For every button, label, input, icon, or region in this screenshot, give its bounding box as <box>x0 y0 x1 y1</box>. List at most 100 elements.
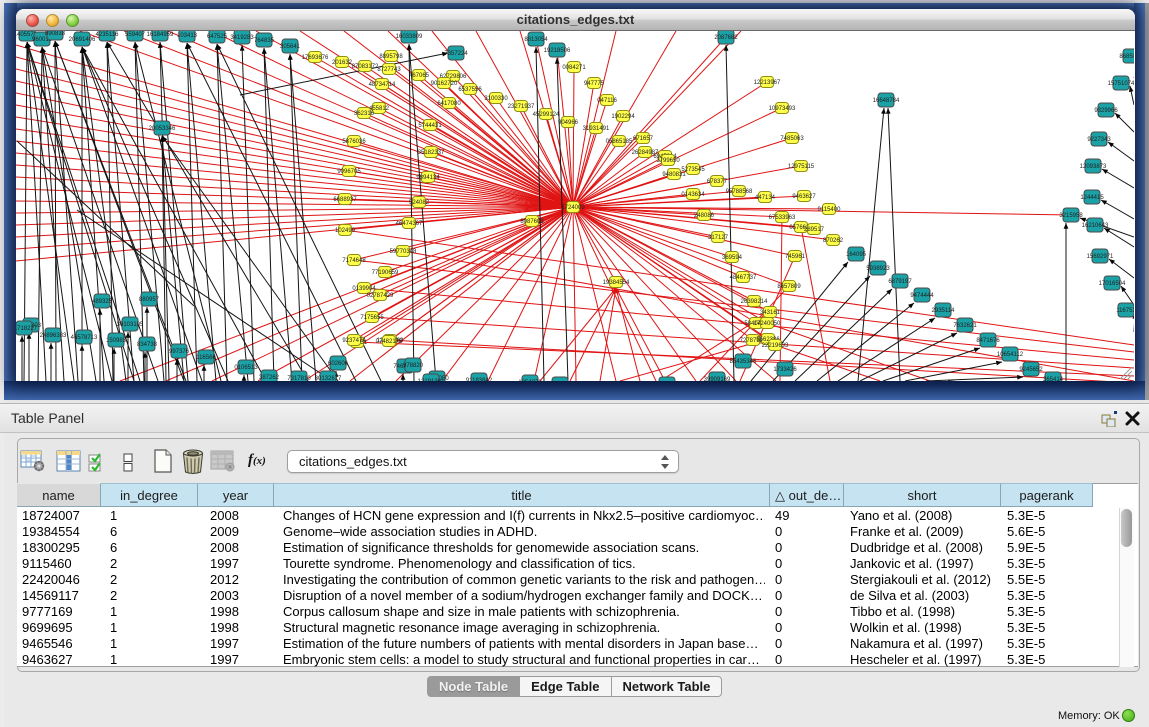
svg-text:8895798: 8895798 <box>379 54 403 60</box>
svg-text:15751074: 15751074 <box>1108 81 1134 87</box>
svg-text:289517: 289517 <box>804 227 825 233</box>
svg-text:1733426: 1733426 <box>773 367 797 373</box>
svg-text:91183842: 91183842 <box>466 378 493 381</box>
svg-text:87083172: 87083172 <box>352 64 379 70</box>
svg-text:20053346: 20053346 <box>149 126 176 132</box>
svg-text:10973493: 10973493 <box>769 106 796 112</box>
svg-text:22219693: 22219693 <box>762 343 789 349</box>
svg-text:90162720: 90162720 <box>431 81 458 87</box>
svg-text:17016504: 17016504 <box>1099 281 1126 287</box>
svg-text:85435346: 85435346 <box>730 359 757 365</box>
svg-text:07482175: 07482175 <box>376 339 403 345</box>
svg-text:5938923: 5938923 <box>866 266 890 272</box>
svg-text:17240050: 17240050 <box>754 321 781 327</box>
svg-text:11718227: 11718227 <box>16 326 38 332</box>
svg-text:0143634: 0143634 <box>681 192 705 198</box>
svg-text:3100330: 3100330 <box>484 96 508 102</box>
svg-text:7632621: 7632621 <box>953 323 977 329</box>
svg-text:880957: 880957 <box>139 297 160 303</box>
svg-text:116753: 116753 <box>1116 308 1134 314</box>
svg-text:48734714: 48734714 <box>369 82 396 88</box>
svg-text:2087682: 2087682 <box>714 35 738 41</box>
svg-text:9463627: 9463627 <box>792 194 816 200</box>
svg-text:16648784: 16648784 <box>873 98 900 104</box>
svg-text:870262: 870262 <box>823 238 844 244</box>
svg-text:59770348: 59770348 <box>390 249 417 255</box>
svg-text:0139904: 0139904 <box>352 286 376 292</box>
svg-text:559407: 559407 <box>125 32 146 38</box>
svg-text:387262: 387262 <box>259 375 280 381</box>
svg-text:9329966: 9329966 <box>1094 108 1118 114</box>
svg-text:317127: 317127 <box>708 235 729 241</box>
svg-text:95788568: 95788568 <box>726 189 753 195</box>
svg-text:9474444: 9474444 <box>910 293 934 299</box>
svg-text:19384554: 19384554 <box>603 280 630 286</box>
svg-text:6537556: 6537556 <box>458 87 482 93</box>
svg-text:77190659: 77190659 <box>372 270 399 276</box>
svg-text:8471676: 8471676 <box>976 338 1000 344</box>
svg-text:19218506: 19218506 <box>544 48 571 54</box>
svg-text:8813054: 8813054 <box>524 37 548 43</box>
svg-text:9480831: 9480831 <box>662 172 686 178</box>
svg-text:9115400: 9115400 <box>818 207 842 213</box>
svg-text:12975115: 12975115 <box>788 164 815 170</box>
svg-text:834738: 834738 <box>137 342 158 348</box>
svg-text:67533963: 67533963 <box>769 215 796 221</box>
svg-text:7317810: 7317810 <box>287 376 311 381</box>
svg-text:7174648: 7174648 <box>342 258 366 264</box>
svg-text:764835: 764835 <box>254 38 275 44</box>
svg-text:5744431: 5744431 <box>418 123 442 129</box>
svg-text:9096705: 9096705 <box>337 169 361 175</box>
svg-text:102499: 102499 <box>335 228 356 234</box>
svg-text:671657: 671657 <box>633 136 654 142</box>
svg-text:12191361: 12191361 <box>418 379 445 381</box>
svg-text:164095: 164095 <box>846 252 867 258</box>
svg-text:35182337: 35182337 <box>418 150 445 156</box>
svg-text:9227343: 9227343 <box>1087 137 1111 143</box>
svg-text:6879197: 6879197 <box>888 279 912 285</box>
svg-text:524082: 524082 <box>409 200 430 206</box>
svg-text:46578713: 46578713 <box>71 335 98 341</box>
svg-text:39909169: 39909169 <box>704 377 731 381</box>
svg-text:0084271: 0084271 <box>562 65 586 71</box>
svg-text:9894134: 9894134 <box>416 175 440 181</box>
svg-text:103413: 103413 <box>177 33 198 39</box>
svg-text:16210643: 16210643 <box>1082 223 1109 229</box>
svg-text:12213967: 12213967 <box>754 80 781 86</box>
svg-text:45299124: 45299124 <box>533 112 560 118</box>
svg-text:1724009: 1724009 <box>561 205 585 211</box>
svg-text:16184959: 16184959 <box>147 32 174 38</box>
svg-text:8685014: 8685014 <box>1119 54 1134 60</box>
svg-text:248086: 248086 <box>694 213 715 219</box>
svg-text:3799650: 3799650 <box>656 158 680 164</box>
svg-text:890838: 890838 <box>45 31 66 37</box>
svg-text:305641: 305641 <box>280 44 301 50</box>
svg-text:150983: 150983 <box>106 338 127 344</box>
svg-text:6688937: 6688937 <box>333 197 357 203</box>
svg-text:02787429: 02787429 <box>367 293 394 299</box>
svg-text:9237474: 9237474 <box>342 338 366 344</box>
svg-text:5876036: 5876036 <box>342 139 366 145</box>
svg-text:3215958: 3215958 <box>1059 213 1083 219</box>
svg-text:46474367: 46474367 <box>396 221 423 227</box>
svg-text:047116: 047116 <box>597 98 617 104</box>
svg-text:48467737: 48467737 <box>730 275 757 281</box>
svg-text:80132677: 80132677 <box>315 376 342 381</box>
svg-text:978820: 978820 <box>403 363 424 369</box>
svg-text:30103105: 30103105 <box>117 322 144 328</box>
svg-text:15692971: 15692971 <box>1087 254 1114 260</box>
svg-text:05865185: 05865185 <box>606 139 633 145</box>
svg-text:26398214: 26398214 <box>741 299 768 305</box>
svg-text:7485063: 7485063 <box>780 136 804 142</box>
svg-text:0106513: 0106513 <box>234 365 258 371</box>
svg-text:7357224: 7357224 <box>444 51 468 57</box>
svg-text:16033809: 16033809 <box>396 34 423 40</box>
svg-text:8087603: 8087603 <box>520 219 544 225</box>
svg-text:9245652: 9245652 <box>1019 367 1043 373</box>
svg-text:17693676: 17693676 <box>302 55 329 61</box>
svg-text:602606: 602606 <box>328 361 349 367</box>
svg-text:647525: 647525 <box>207 34 228 40</box>
svg-text:997376: 997376 <box>169 349 190 355</box>
svg-text:12093873: 12093873 <box>1080 164 1107 170</box>
svg-text:467065: 467065 <box>409 73 430 79</box>
